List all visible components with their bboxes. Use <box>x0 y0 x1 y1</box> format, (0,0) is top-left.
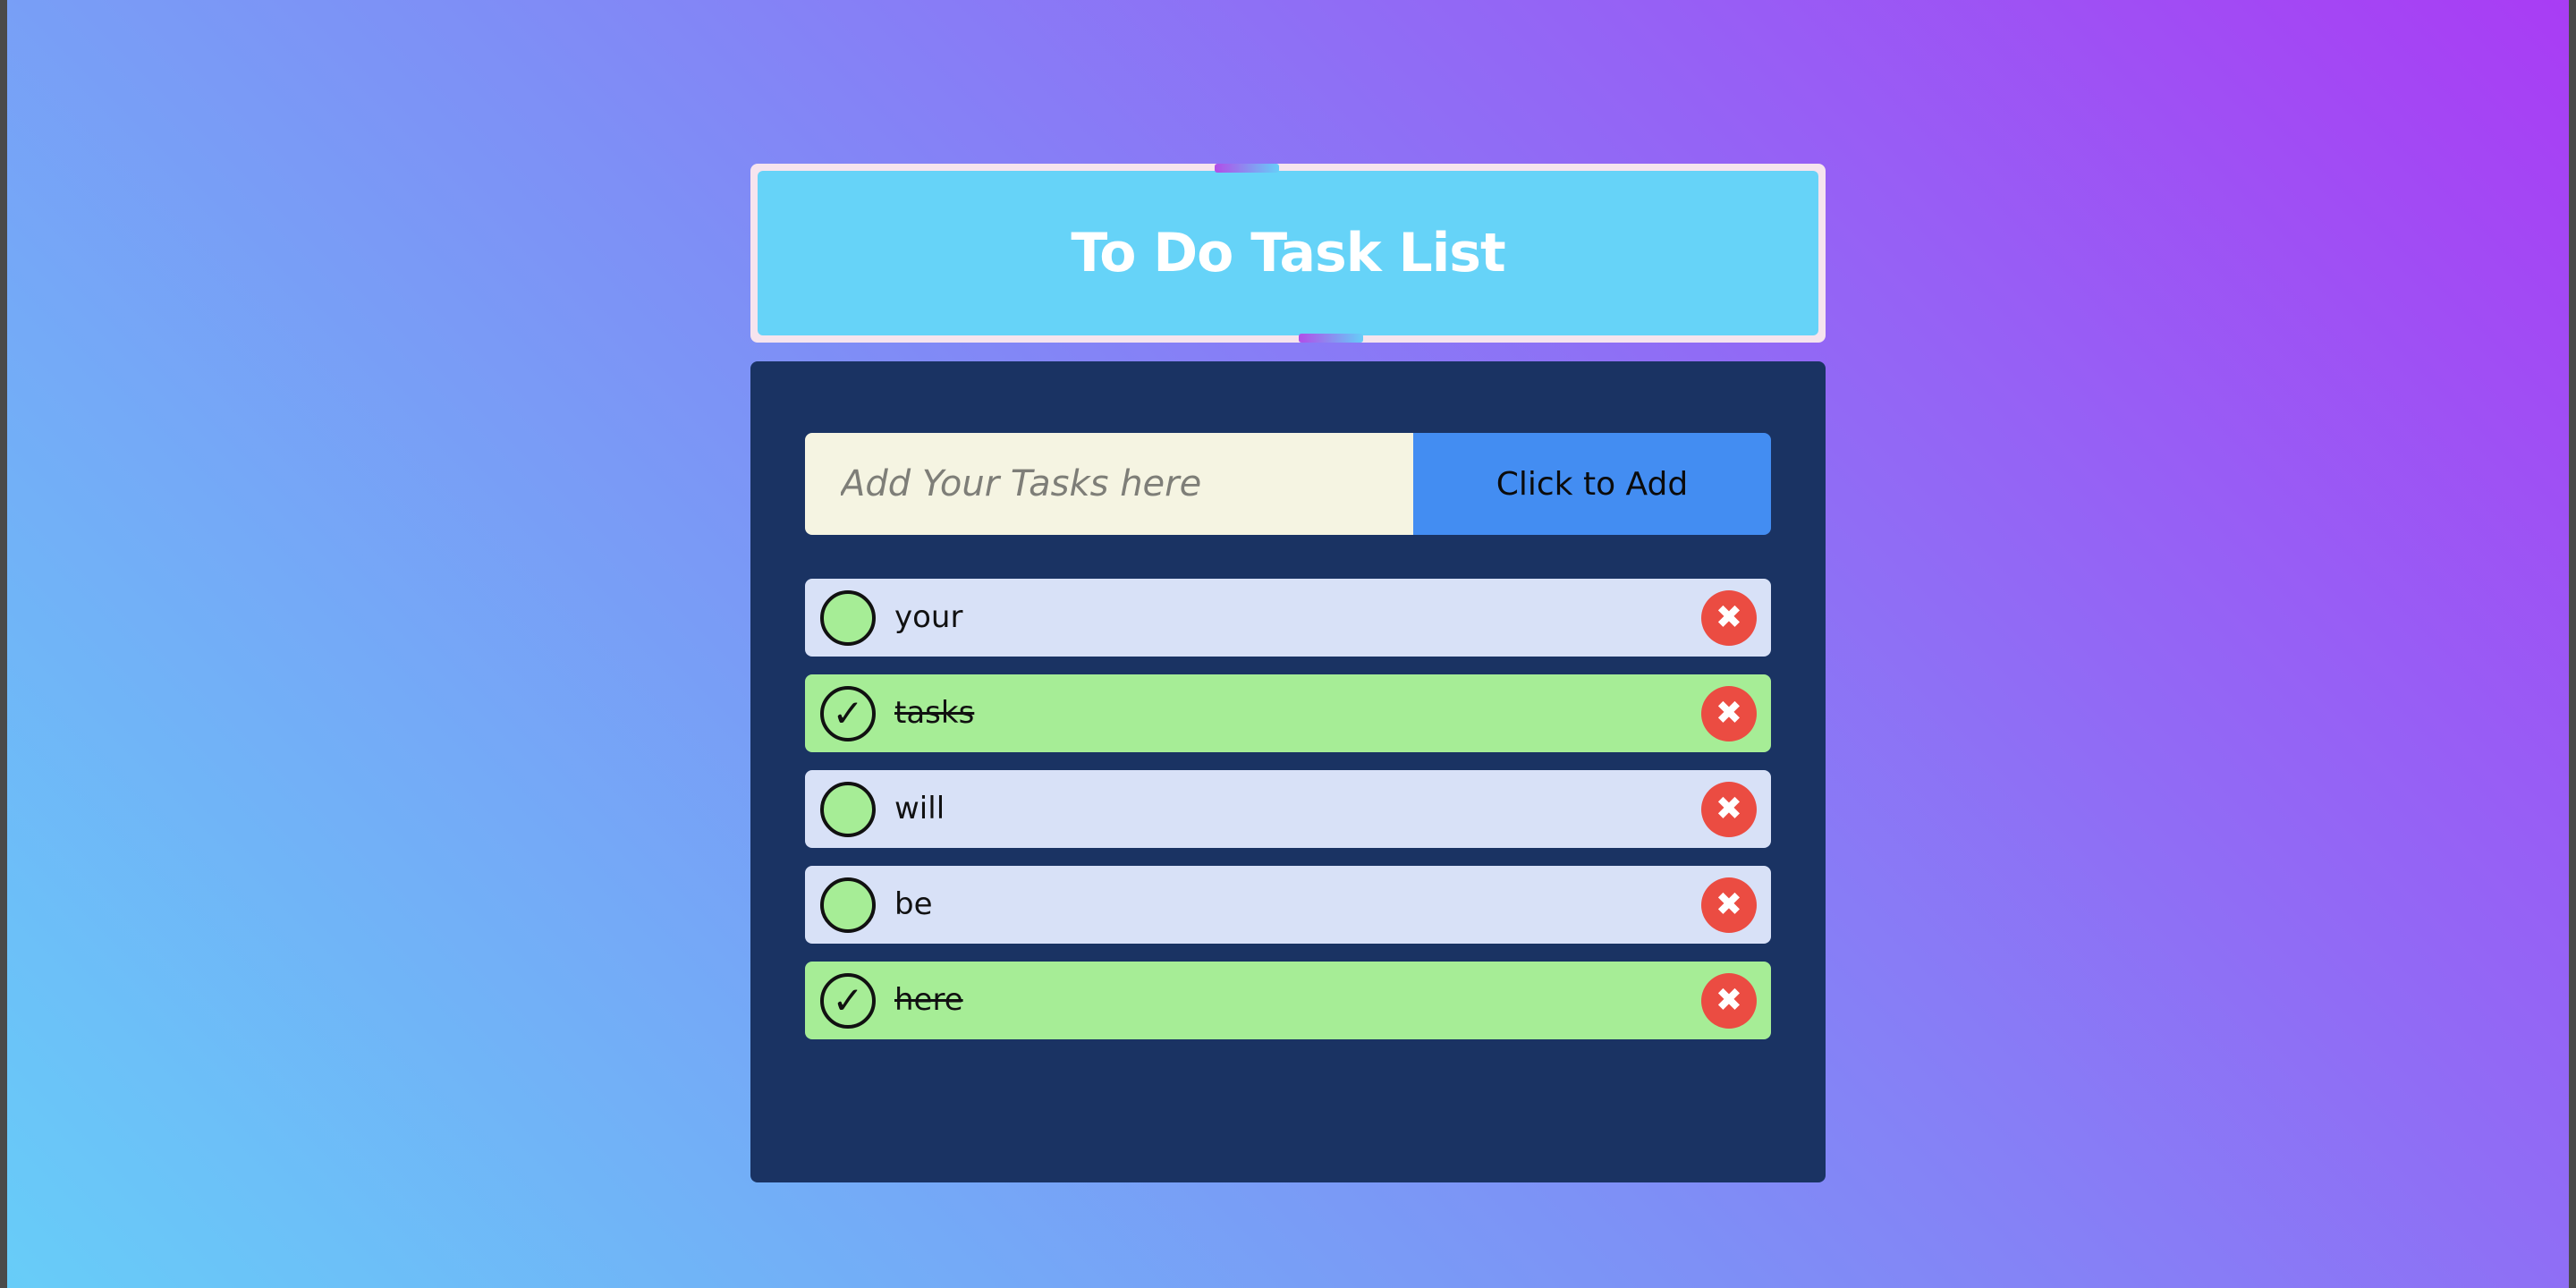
close-icon[interactable]: ✖ <box>1701 686 1757 741</box>
task-text: here <box>894 982 963 1018</box>
checkmark-icon[interactable]: ✓ <box>820 973 876 1029</box>
window-edge-right <box>2569 0 2576 1288</box>
header-inner: To Do Task List <box>758 171 1818 335</box>
checkmark-icon[interactable]: ✓ <box>820 686 876 741</box>
task-item[interactable]: ✓ here ✖ <box>805 962 1771 1039</box>
window-edge-left <box>0 0 7 1288</box>
header-accent-top <box>1215 164 1279 173</box>
close-icon[interactable]: ✖ <box>1701 590 1757 646</box>
task-list: your ✖ ✓ tasks ✖ will ✖ be ✖ ✓ here ✖ <box>805 579 1771 1057</box>
task-text: will <box>894 791 945 826</box>
checkmark-icon[interactable] <box>820 590 876 646</box>
checkmark-icon[interactable] <box>820 782 876 837</box>
close-icon[interactable]: ✖ <box>1701 877 1757 933</box>
task-text: your <box>894 599 963 635</box>
todo-panel: Click to Add your ✖ ✓ tasks ✖ will ✖ be … <box>750 361 1826 1182</box>
add-task-button[interactable]: Click to Add <box>1413 433 1771 535</box>
checkmark-icon[interactable] <box>820 877 876 933</box>
task-item[interactable]: your ✖ <box>805 579 1771 657</box>
close-icon[interactable]: ✖ <box>1701 782 1757 837</box>
header-accent-bottom <box>1299 334 1363 343</box>
task-text: tasks <box>894 695 975 731</box>
header-banner: To Do Task List <box>750 164 1826 343</box>
task-input[interactable] <box>805 433 1413 535</box>
task-item[interactable]: be ✖ <box>805 866 1771 944</box>
task-item[interactable]: will ✖ <box>805 770 1771 848</box>
page-title: To Do Task List <box>1071 222 1505 284</box>
add-task-form: Click to Add <box>805 433 1771 535</box>
task-text: be <box>894 886 933 922</box>
task-item[interactable]: ✓ tasks ✖ <box>805 674 1771 752</box>
close-icon[interactable]: ✖ <box>1701 973 1757 1029</box>
